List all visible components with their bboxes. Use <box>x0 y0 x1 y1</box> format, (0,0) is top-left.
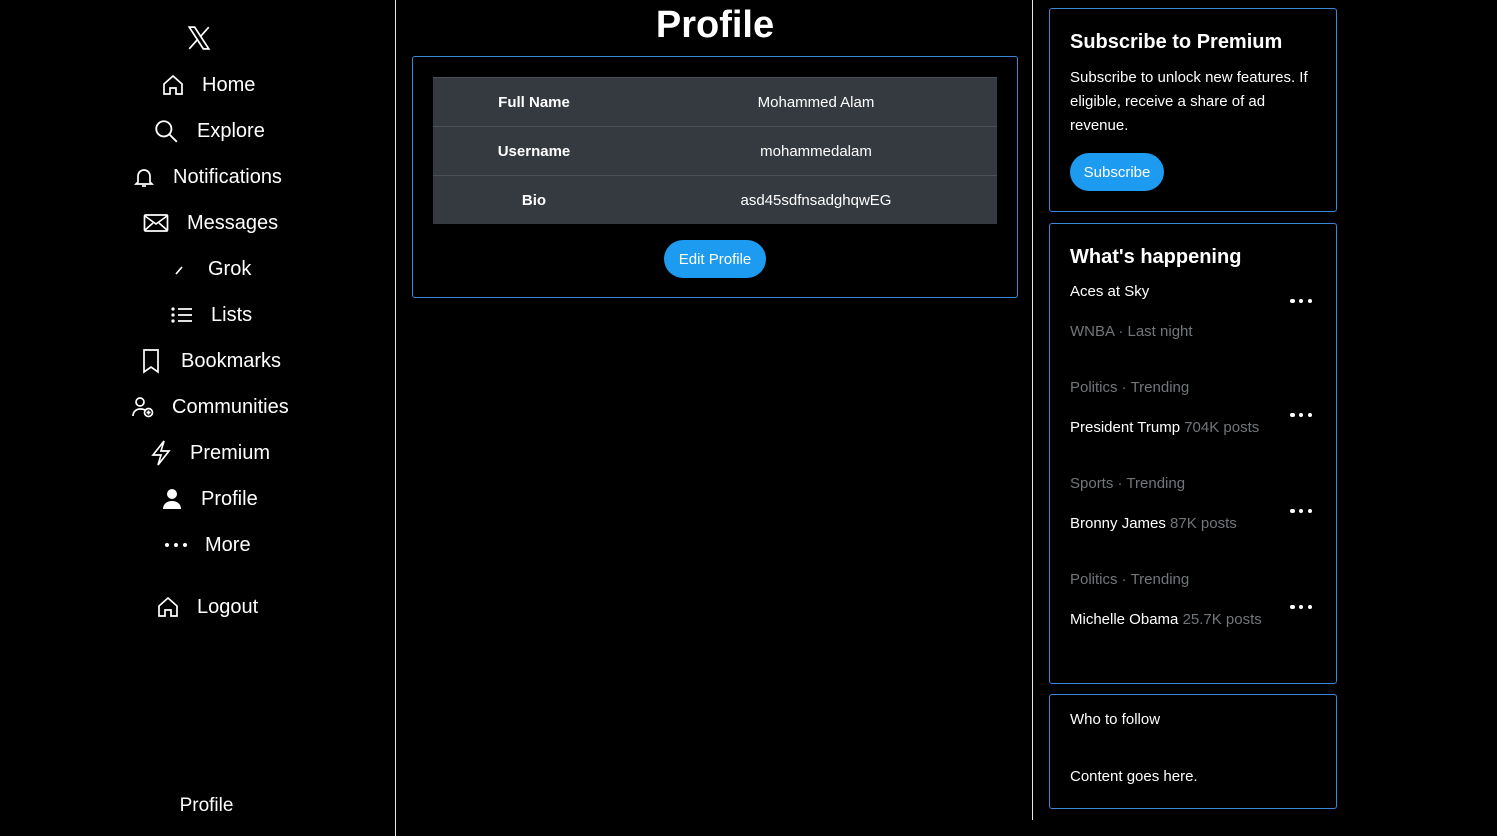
premium-title: Subscribe to Premium <box>1070 31 1283 53</box>
nav-item-lists[interactable]: Lists <box>169 302 252 328</box>
profile-card: Full Name Mohammed Alam Username mohamme… <box>412 56 1018 298</box>
edit-profile-button[interactable]: Edit Profile <box>664 240 766 278</box>
x-logo-icon[interactable] <box>186 25 212 51</box>
subscribe-button[interactable]: Subscribe <box>1070 153 1164 191</box>
table-row: Full Name Mohammed Alam <box>433 77 997 127</box>
nav-label: Profile <box>201 487 258 510</box>
premium-text: Subscribe to unlock new features. If eli… <box>1070 69 1308 134</box>
nav-item-bookmarks[interactable]: Bookmarks <box>138 348 281 374</box>
person-icon <box>159 486 185 512</box>
nav-item-home[interactable]: Home <box>160 72 255 98</box>
more-dots-icon <box>163 532 189 558</box>
premium-card: Subscribe to Premium Subscribe to unlock… <box>1049 8 1337 212</box>
profile-table: Full Name Mohammed Alam Username mohamme… <box>433 77 997 224</box>
nav-label: Premium <box>190 441 271 464</box>
nav-label: Explore <box>197 119 265 142</box>
nav-label: More <box>205 533 251 556</box>
nav-label: Grok <box>208 257 252 280</box>
more-dots-icon[interactable] <box>1290 411 1312 419</box>
home-icon <box>160 72 186 98</box>
home-icon <box>155 594 181 620</box>
trend-topic[interactable]: Aces at Sky <box>1070 283 1149 300</box>
sidebar-footer-profile[interactable]: Profile <box>0 795 413 817</box>
trend-count: 87K posts <box>1170 515 1237 532</box>
nav-item-messages[interactable]: Messages <box>143 210 278 236</box>
trend-category: Politics · Trending <box>1070 379 1190 396</box>
trend-item[interactable]: Bronny James 87K posts <box>1070 515 1237 532</box>
grok-icon <box>166 256 192 282</box>
table-row: Username mohammedalam <box>433 126 997 176</box>
sidebar: Home Explore Notifications Messages Grok <box>0 0 396 836</box>
nav-label: Notifications <box>173 165 282 188</box>
trend-name: President Trump <box>1070 419 1181 436</box>
trend-item[interactable]: Michelle Obama 25.7K posts <box>1070 611 1262 628</box>
profile-value: asd45sdfnsadghqwEG <box>635 175 997 224</box>
nav-label: Communities <box>172 395 289 418</box>
follow-content: Content goes here. <box>1070 768 1198 785</box>
trend-name: Michelle Obama <box>1070 611 1179 628</box>
nav-label: Lists <box>211 303 253 326</box>
trend-category: Sports · Trending <box>1070 475 1186 492</box>
communities-icon <box>130 394 156 420</box>
profile-key: Bio <box>433 175 635 224</box>
profile-value: mohammedalam <box>635 126 997 176</box>
app-root: Home Explore Notifications Messages Grok <box>0 0 1497 836</box>
nav-item-premium[interactable]: Premium <box>148 440 270 466</box>
follow-title: Who to follow <box>1070 711 1161 728</box>
profile-key: Username <box>433 126 635 176</box>
page-title: Profile <box>655 4 775 46</box>
nav-label: Home <box>202 73 256 96</box>
trend-name: Bronny James <box>1070 515 1166 532</box>
nav-item-communities[interactable]: Communities <box>130 394 289 420</box>
nav-label: Bookmarks <box>181 349 282 372</box>
trend-count: 25.7K posts <box>1182 611 1262 628</box>
bookmark-icon <box>138 348 164 374</box>
search-icon <box>153 118 179 144</box>
trend-count: 704K posts <box>1184 419 1260 436</box>
nav-item-logout[interactable]: Logout <box>155 594 258 620</box>
more-dots-icon[interactable] <box>1290 507 1312 515</box>
profile-value: Mohammed Alam <box>635 77 997 127</box>
nav-label: Messages <box>187 211 279 234</box>
lightning-icon <box>148 440 174 466</box>
table-row: Bio asd45sdfnsadghqwEG <box>433 175 997 224</box>
whats-happening-card: What's happening Aces at Sky WNBA · Last… <box>1049 223 1337 684</box>
nav-item-grok[interactable]: Grok <box>166 256 251 282</box>
trend-meta: WNBA · Last night <box>1070 323 1193 340</box>
profile-key: Full Name <box>433 77 635 127</box>
bell-icon <box>131 164 157 190</box>
nav-item-profile[interactable]: Profile <box>159 486 258 512</box>
list-icon <box>169 302 195 328</box>
who-to-follow-card: Who to follow Content goes here. <box>1049 694 1337 809</box>
envelope-icon <box>143 210 169 236</box>
nav-item-explore[interactable]: Explore <box>153 118 265 144</box>
nav-item-notifications[interactable]: Notifications <box>131 164 282 190</box>
happening-title: What's happening <box>1070 246 1242 268</box>
nav-item-more[interactable]: More <box>163 532 251 558</box>
trend-item[interactable]: President Trump 704K posts <box>1070 419 1259 436</box>
more-dots-icon[interactable] <box>1290 603 1312 611</box>
more-dots-icon[interactable] <box>1290 297 1312 305</box>
trend-category: Politics · Trending <box>1070 571 1190 588</box>
main-column: Profile Full Name Mohammed Alam Username… <box>397 0 1033 820</box>
nav-label: Logout <box>197 595 259 618</box>
